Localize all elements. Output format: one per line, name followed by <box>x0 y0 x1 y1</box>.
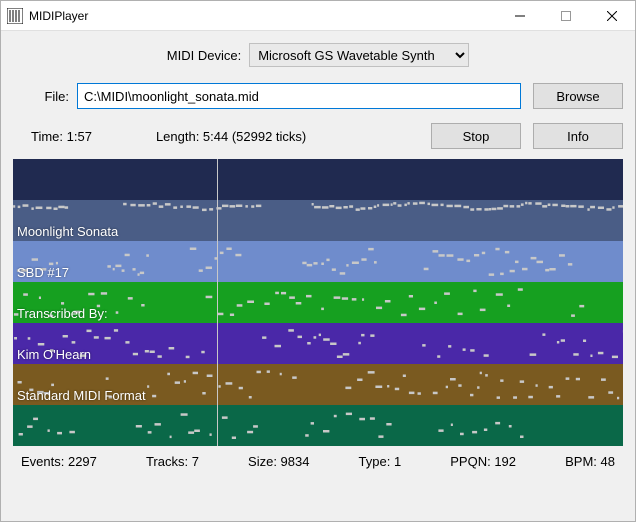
status-bpm: BPM: 48 <box>565 454 615 469</box>
window-title: MIDIPlayer <box>29 9 497 23</box>
file-row: File: Browse <box>13 83 623 109</box>
app-icon <box>7 8 23 24</box>
piano-track: Transcribed By: <box>13 282 623 323</box>
time-label: Time: 1:57 <box>31 129 92 144</box>
minimize-button[interactable] <box>497 1 543 30</box>
info-button[interactable]: Info <box>533 123 623 149</box>
file-input[interactable] <box>77 83 521 109</box>
track-label: Kim O'Hearn <box>17 347 91 362</box>
titlebar: MIDIPlayer <box>1 1 635 31</box>
status-events: Events: 2297 <box>21 454 97 469</box>
status-tracks: Tracks: 7 <box>146 454 199 469</box>
content-area: MIDI Device: Microsoft GS Wavetable Synt… <box>1 31 635 521</box>
close-button[interactable] <box>589 1 635 30</box>
status-bar: Events: 2297 Tracks: 7 Size: 9834 Type: … <box>13 454 623 469</box>
piano-track: SBD #17 <box>13 241 623 282</box>
piano-track: Moonlight Sonata <box>13 200 623 241</box>
browse-button[interactable]: Browse <box>533 83 623 109</box>
device-label: MIDI Device: <box>167 48 241 63</box>
status-size: Size: 9834 <box>248 454 309 469</box>
piano-track <box>13 405 623 446</box>
piano-roll[interactable]: Moonlight Sonata SBD #17 Transcribed By: Ki… <box>13 159 623 446</box>
app-window: MIDIPlayer MIDI Device: Microsoft GS Wav… <box>0 0 636 522</box>
track-label: Standard MIDI Format <box>17 388 146 403</box>
track-label: Moonlight Sonata <box>17 224 118 239</box>
status-ppqn: PPQN: 192 <box>450 454 516 469</box>
length-label: Length: 5:44 (52992 ticks) <box>156 129 431 144</box>
piano-track <box>13 159 623 200</box>
device-select[interactable]: Microsoft GS Wavetable Synth <box>249 43 469 67</box>
file-label: File: <box>13 89 69 104</box>
track-label: SBD #17 <box>17 265 69 280</box>
status-type: Type: 1 <box>359 454 402 469</box>
piano-track: Kim O'Hearn <box>13 323 623 364</box>
device-row: MIDI Device: Microsoft GS Wavetable Synt… <box>13 43 623 67</box>
maximize-button[interactable] <box>543 1 589 30</box>
stop-button[interactable]: Stop <box>431 123 521 149</box>
track-label: Transcribed By: <box>17 306 108 321</box>
time-row: Time: 1:57 Length: 5:44 (52992 ticks) St… <box>13 123 623 149</box>
piano-track: Standard MIDI Format <box>13 364 623 405</box>
